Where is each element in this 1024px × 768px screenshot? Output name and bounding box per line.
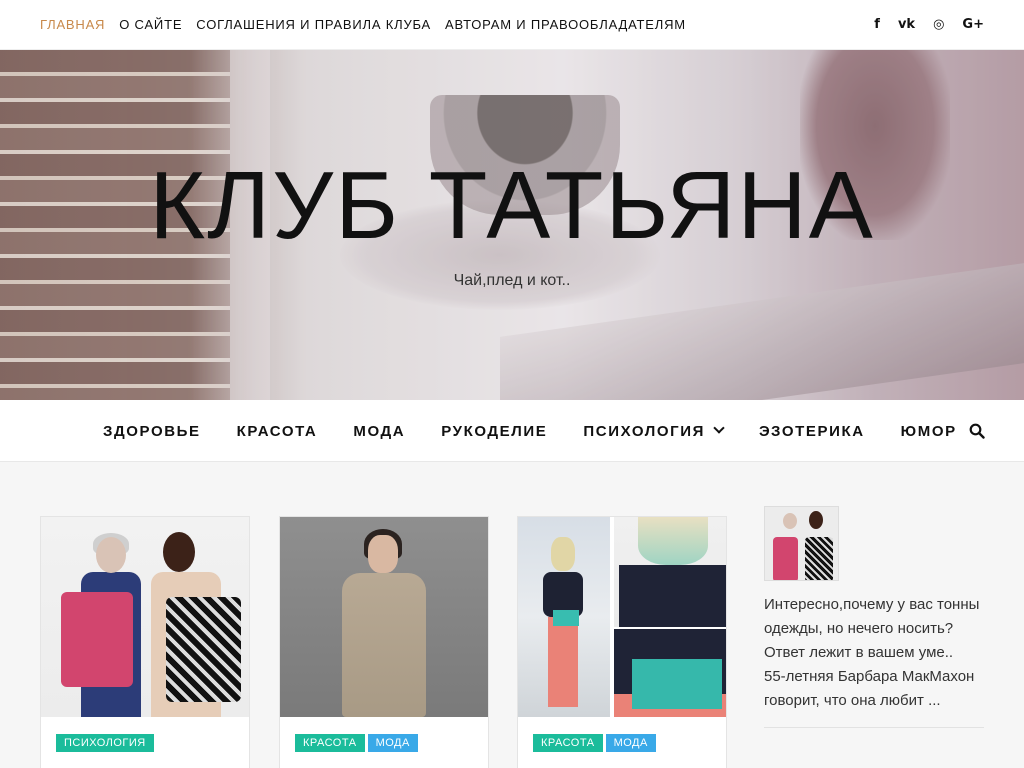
- top-menu-item-home[interactable]: Главная: [40, 17, 105, 32]
- facebook-icon[interactable]: f: [874, 17, 880, 32]
- thumb-shape: [342, 573, 426, 717]
- post-card[interactable]: Психология: [40, 516, 250, 768]
- thumb-shape: [61, 592, 133, 687]
- thumb-shape: [518, 517, 610, 717]
- post-thumbnail[interactable]: [280, 517, 488, 717]
- post-card[interactable]: Красота Мода: [517, 516, 727, 768]
- thumb-shape: [166, 597, 241, 702]
- thumb-shape: [638, 517, 708, 565]
- top-menu: Главная О сайте Соглашения и правила клу…: [40, 17, 686, 32]
- thumb-shape: [632, 659, 722, 709]
- thumb-shape: [783, 513, 797, 529]
- post-thumbnail[interactable]: [518, 517, 726, 717]
- sidebar-post-thumbnail[interactable]: [764, 506, 839, 581]
- thumb-shape: [809, 511, 823, 529]
- post-tags: Красота Мода: [533, 734, 656, 752]
- nav-item-label: Здоровье: [103, 422, 201, 440]
- top-bar: Главная О сайте Соглашения и правила клу…: [0, 0, 1024, 50]
- sidebar: Интересно,почему у вас тонны одежды, но …: [764, 506, 994, 728]
- thumb-shape: [96, 537, 126, 573]
- divider: [764, 727, 984, 728]
- nav-item-label: Рукоделие: [441, 422, 548, 440]
- post-tags: Красота Мода: [295, 734, 418, 752]
- content-area: Психология Красота Мода: [0, 462, 1024, 768]
- header-banner: КЛУБ ТАТЬЯНА Чай,плед и кот..: [0, 50, 1024, 400]
- nav-item-esoterics[interactable]: Эзотерика: [759, 423, 865, 440]
- site-title[interactable]: КЛУБ ТАТЬЯНА: [0, 158, 1024, 254]
- post-thumbnail[interactable]: [41, 517, 249, 717]
- chevron-down-icon: [713, 422, 725, 434]
- nav-item-label: Юмор: [900, 422, 957, 440]
- nav-item-label: Эзотерика: [758, 422, 865, 440]
- nav-item-humor[interactable]: Юмор: [901, 423, 957, 440]
- tag-fashion[interactable]: Мода: [605, 734, 656, 752]
- social-links: f vk ◎ G+: [874, 17, 984, 32]
- sidebar-post-excerpt: 55-летняя Барбара МакМахон говорит, что …: [764, 668, 975, 709]
- nav-item-label: Психология: [583, 422, 705, 440]
- thumb-shape: [773, 537, 798, 580]
- post-card[interactable]: Красота Мода: [279, 516, 489, 768]
- thumb-shape: [553, 610, 579, 626]
- main-nav: Здоровье Красота Мода Рукоделие Психолог…: [0, 400, 1024, 462]
- sidebar-post-title[interactable]: Интересно,почему у вас тонны одежды, но …: [764, 593, 994, 665]
- tag-beauty[interactable]: Красота: [533, 734, 603, 752]
- nav-item-beauty[interactable]: Красота: [237, 423, 318, 440]
- google-plus-icon[interactable]: G+: [962, 17, 984, 32]
- nav-item-fashion[interactable]: Мода: [353, 423, 405, 440]
- vk-icon[interactable]: vk: [898, 17, 915, 32]
- site-tagline: Чай,плед и кот..: [453, 272, 571, 289]
- thumb-shape: [805, 537, 833, 580]
- thumb-shape: [619, 565, 726, 627]
- top-menu-item-about[interactable]: О сайте: [119, 17, 182, 32]
- thumb-shape: [548, 617, 578, 707]
- thumb-shape: [368, 535, 398, 573]
- tag-beauty[interactable]: Красота: [295, 734, 365, 752]
- nav-item-psychology[interactable]: Психология: [583, 422, 725, 440]
- tag-psychology[interactable]: Психология: [56, 734, 154, 752]
- nav-item-handicraft[interactable]: Рукоделие: [441, 423, 547, 440]
- search-icon[interactable]: [969, 423, 985, 439]
- instagram-icon[interactable]: ◎: [933, 17, 944, 32]
- nav-item-label: Красота: [236, 422, 318, 440]
- thumb-shape: [614, 629, 726, 717]
- nav-item-health[interactable]: Здоровье: [103, 423, 201, 440]
- nav-item-label: Мода: [353, 422, 406, 440]
- top-menu-item-authors[interactable]: Авторам и правообладателям: [445, 17, 686, 32]
- thumb-shape: [551, 537, 575, 571]
- top-menu-item-rules[interactable]: Соглашения и правила клуба: [196, 17, 431, 32]
- thumb-shape: [614, 517, 726, 627]
- tag-fashion[interactable]: Мода: [367, 734, 418, 752]
- thumb-shape: [163, 532, 195, 572]
- post-tags: Психология: [56, 734, 154, 752]
